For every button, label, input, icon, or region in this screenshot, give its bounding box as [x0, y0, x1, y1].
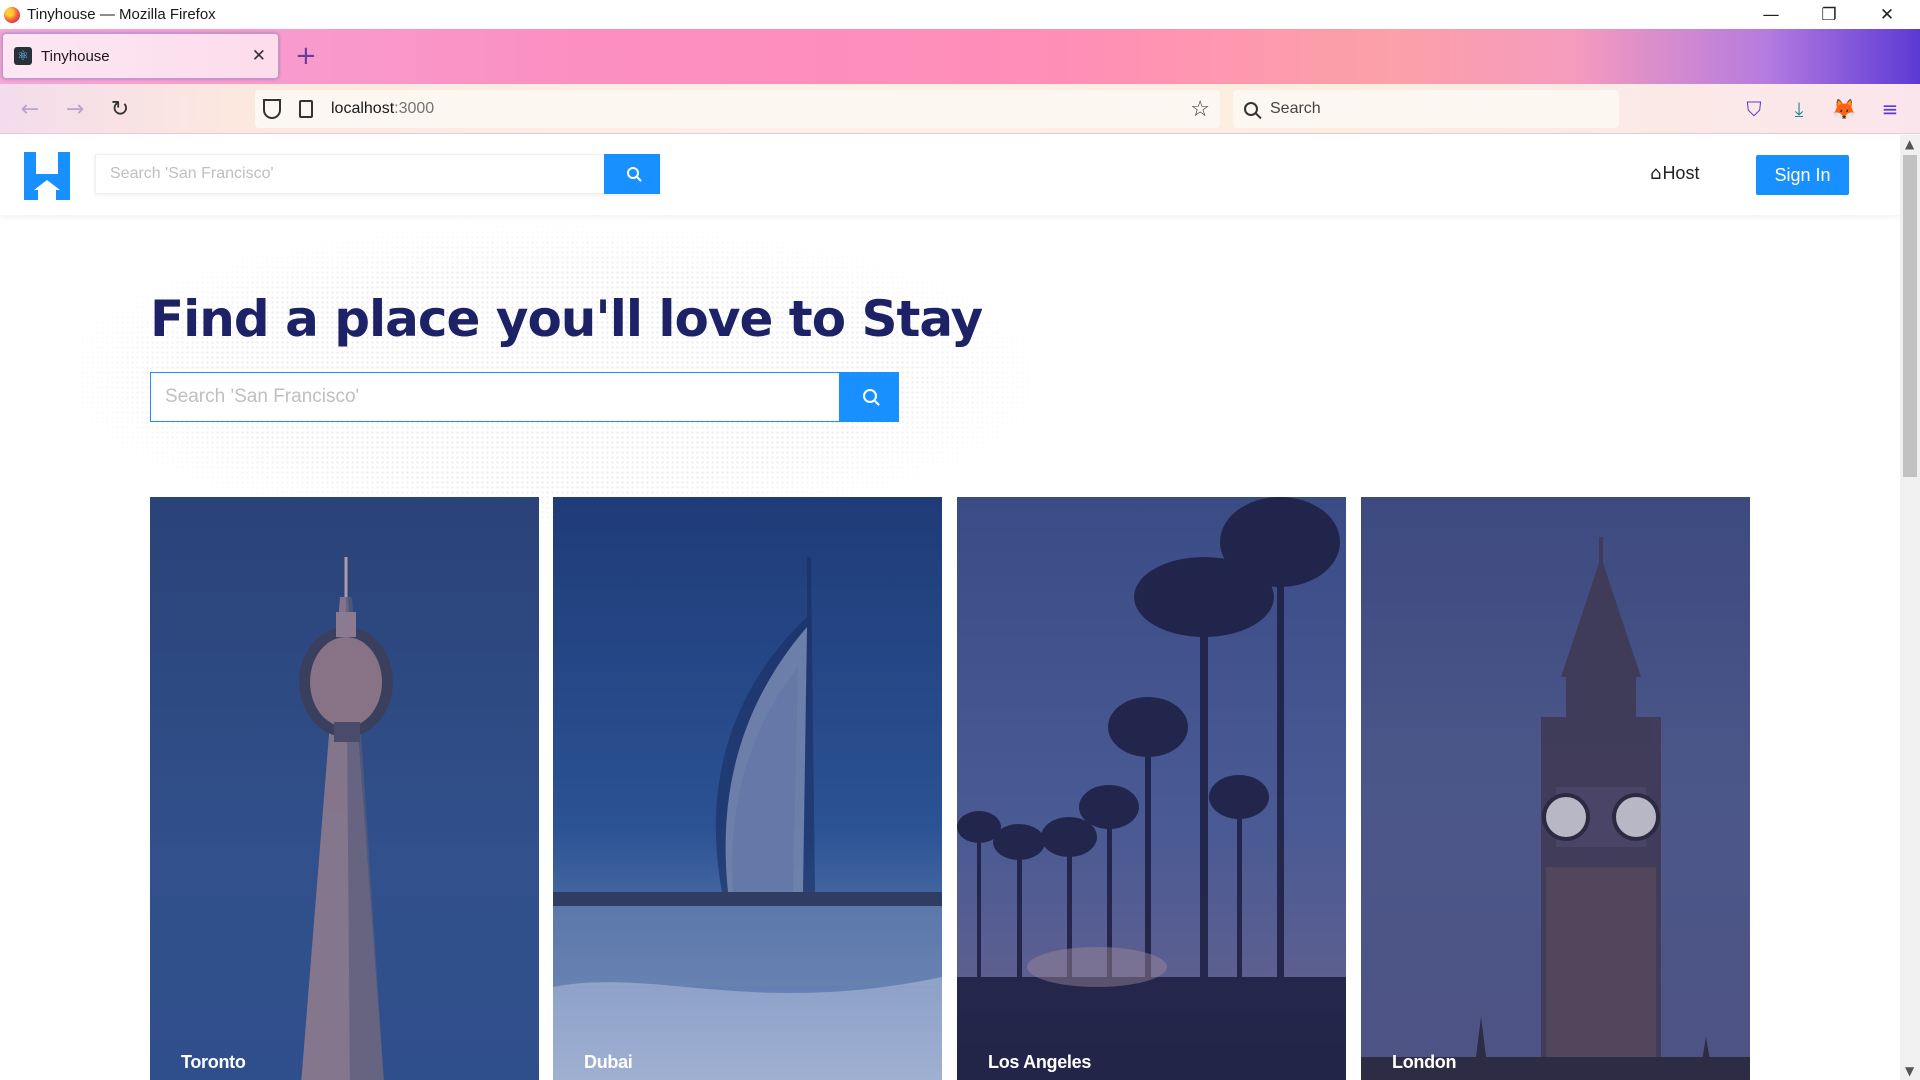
home-icon: ⌂: [1650, 163, 1662, 184]
minimize-button[interactable]: —: [1742, 0, 1800, 29]
url-bar[interactable]: localhost:3000 ☆: [255, 90, 1220, 128]
window-title: Tinyhouse — Mozilla Firefox: [27, 6, 216, 23]
hero-search-button[interactable]: [839, 372, 899, 422]
search-icon: [863, 389, 877, 403]
city-card-dubai[interactable]: Dubai: [553, 497, 942, 1080]
metamask-extension-icon[interactable]: 🦊: [1830, 95, 1858, 123]
host-link[interactable]: ⌂ Host: [1650, 163, 1699, 184]
bookmark-star-icon[interactable]: ☆: [1190, 97, 1210, 122]
tracking-shield-icon[interactable]: [263, 99, 281, 119]
city-card-london[interactable]: London: [1361, 497, 1750, 1080]
browser-search-bar[interactable]: Search: [1233, 90, 1619, 128]
firefox-logo-icon: [4, 6, 20, 23]
tab-title: Tinyhouse: [41, 47, 110, 65]
scrollbar-thumb[interactable]: [1903, 155, 1917, 477]
city-name: London: [1392, 1052, 1457, 1072]
host-label: Host: [1662, 163, 1700, 183]
window-titlebar: Tinyhouse — Mozilla Firefox — ❐ ✕: [0, 0, 1920, 29]
scroll-down-icon[interactable]: ▼: [1905, 1064, 1914, 1078]
search-icon: [627, 167, 639, 179]
city-name: Dubai: [584, 1052, 633, 1072]
tab-tinyhouse[interactable]: ⚛ Tinyhouse ✕: [2, 33, 279, 79]
browser-search-placeholder: Search: [1270, 100, 1321, 117]
city-card-los-angeles[interactable]: Los Angeles: [957, 497, 1346, 1080]
header-search: Search 'San Francisco': [95, 154, 660, 194]
sign-in-button[interactable]: Sign In: [1756, 155, 1849, 195]
page-info-icon[interactable]: [299, 100, 313, 118]
download-icon[interactable]: ⤓: [1785, 95, 1813, 123]
reload-button[interactable]: ↻: [107, 96, 133, 122]
city-name: Toronto: [181, 1052, 246, 1072]
city-name: Los Angeles: [988, 1052, 1092, 1072]
navigation-toolbar: ← → ↻ localhost:3000 ☆ Search ⛉ ⤓ 🦊 ≡: [0, 84, 1920, 134]
new-tab-button[interactable]: +: [295, 41, 317, 71]
header-search-input[interactable]: Search 'San Francisco': [95, 154, 604, 194]
tinyhouse-logo[interactable]: [24, 152, 70, 200]
search-icon: [1244, 102, 1258, 116]
close-window-button[interactable]: ✕: [1858, 0, 1916, 29]
palm-trees-image: [957, 497, 1346, 1080]
back-button[interactable]: ←: [17, 96, 43, 122]
hero-search: Search 'San Francisco': [150, 372, 899, 422]
tab-close-icon[interactable]: ✕: [252, 46, 266, 66]
tab-strip: ⚛ Tinyhouse ✕ +: [0, 29, 1920, 84]
burj-al-arab-image: [553, 557, 942, 1080]
react-icon: ⚛: [14, 47, 32, 65]
url-text[interactable]: localhost:3000: [331, 100, 434, 118]
cn-tower-image: [299, 557, 393, 1080]
forward-button[interactable]: →: [62, 96, 88, 122]
hero-title: Find a place you'll love to Stay: [150, 290, 983, 348]
restore-button[interactable]: ❐: [1800, 0, 1858, 29]
app-header: Search 'San Francisco' ⌂ Host Sign In: [0, 135, 1900, 215]
hero-search-input[interactable]: Search 'San Francisco': [150, 372, 839, 422]
scroll-up-icon[interactable]: ▲: [1905, 137, 1914, 151]
page-scrollbar[interactable]: ▲ ▼: [1900, 135, 1920, 1080]
menu-hamburger-icon[interactable]: ≡: [1876, 95, 1904, 123]
city-card-toronto[interactable]: Toronto: [150, 497, 539, 1080]
big-ben-image: [1361, 537, 1750, 1080]
pocket-icon[interactable]: ⛉: [1740, 95, 1768, 123]
page-viewport: Search 'San Francisco' ⌂ Host Sign In Fi…: [0, 135, 1900, 1080]
header-search-button[interactable]: [604, 154, 660, 194]
